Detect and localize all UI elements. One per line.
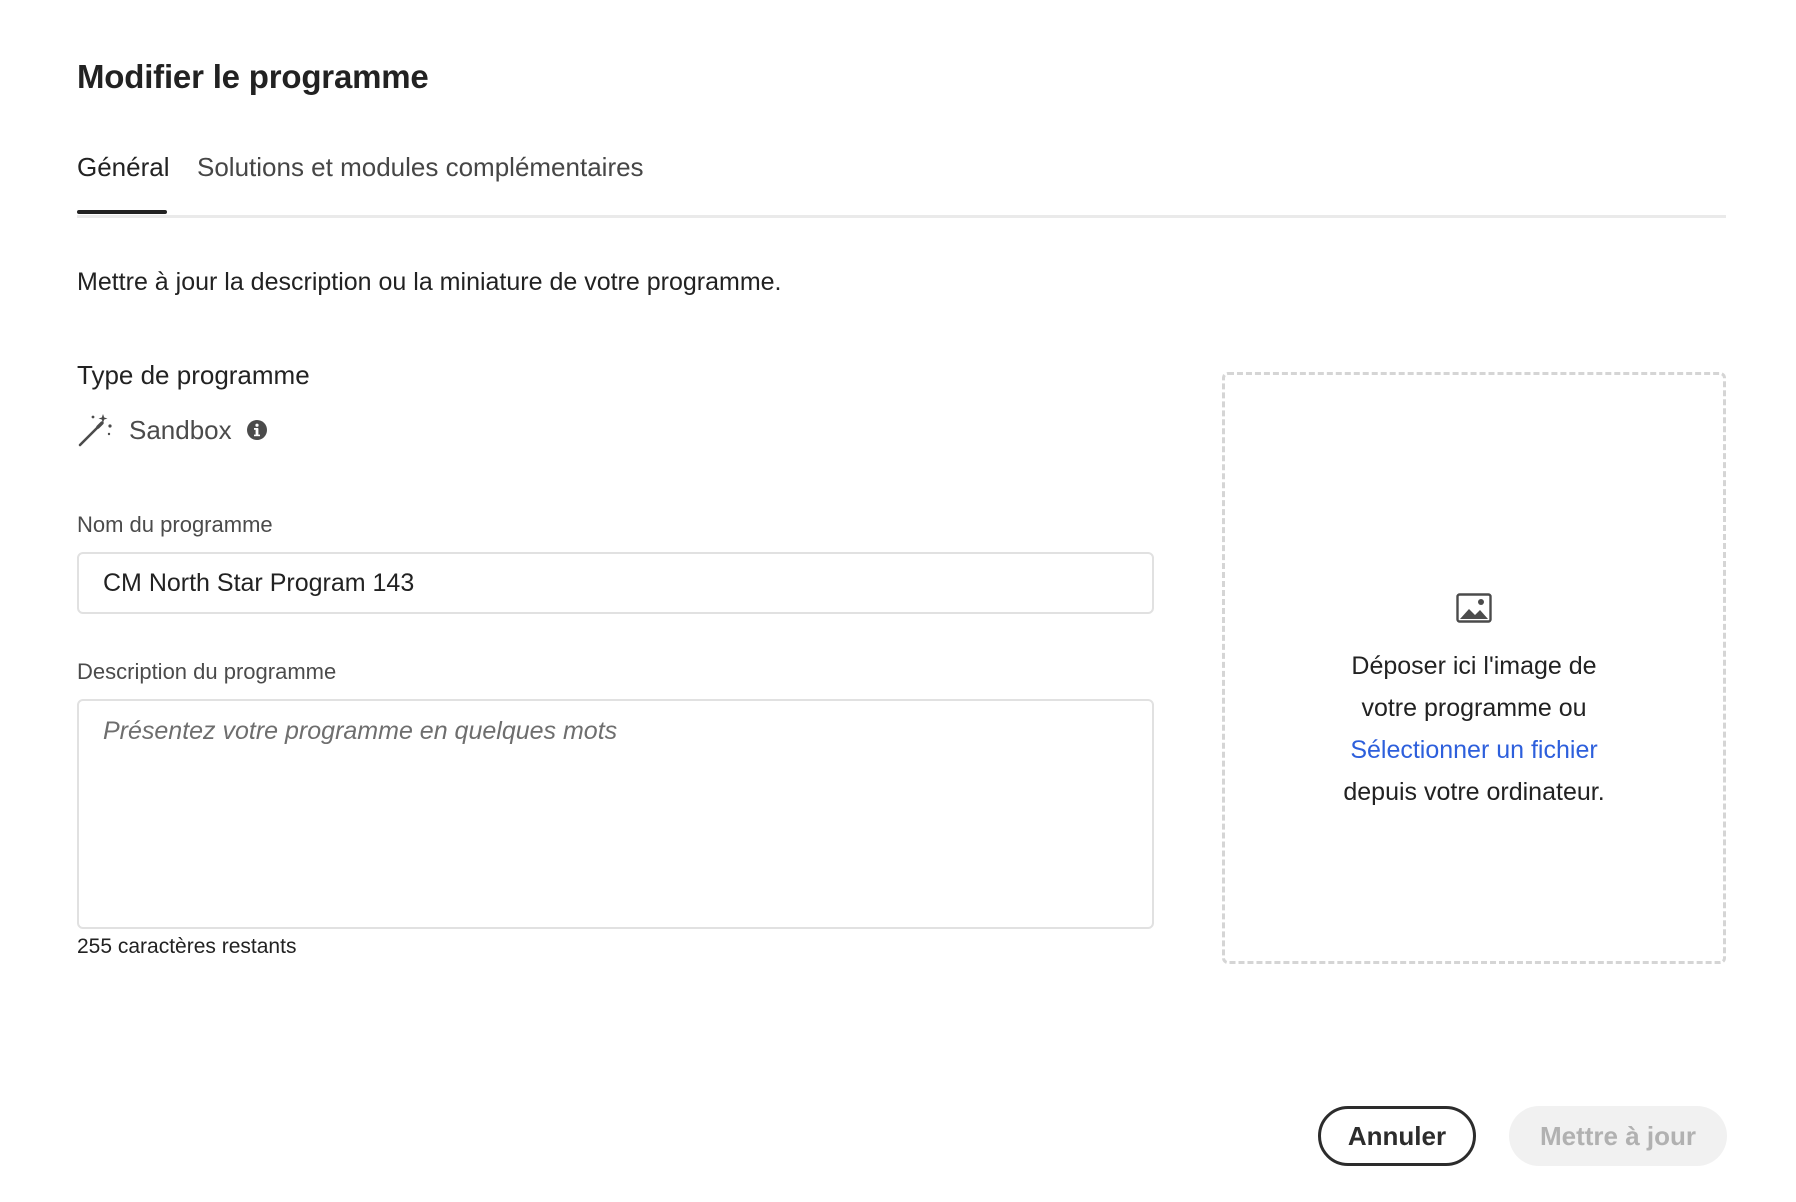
tab-general[interactable]: Général	[77, 152, 170, 183]
tab-list: Général Solutions et modules complémenta…	[77, 146, 1726, 218]
dropzone-content: Déposer ici l'image de votre programme o…	[1225, 593, 1723, 813]
program-type-row: Sandbox	[77, 410, 268, 450]
program-name-input[interactable]	[77, 552, 1154, 614]
program-type-value: Sandbox	[129, 414, 232, 445]
dropzone-line-1: Déposer ici l'image de	[1351, 652, 1597, 680]
intro-text: Mettre à jour la description ou la minia…	[77, 268, 782, 296]
program-type-label: Type de programme	[77, 360, 310, 390]
program-description-label: Description du programme	[77, 659, 337, 684]
edit-program-dialog: Modifier le programme Général Solutions …	[0, 0, 1796, 1202]
dropzone-line-3: depuis votre ordinateur.	[1343, 778, 1605, 806]
magic-wand-icon	[78, 414, 112, 447]
info-icon[interactable]	[246, 419, 268, 441]
program-description-textarea[interactable]	[77, 699, 1154, 929]
dropzone-line-2: votre programme ou	[1361, 694, 1587, 722]
update-button[interactable]: Mettre à jour	[1509, 1106, 1727, 1166]
cancel-button[interactable]: Annuler	[1318, 1106, 1476, 1166]
characters-remaining: 255 caractères restants	[77, 935, 297, 958]
image-dropzone[interactable]: Déposer ici l'image de votre programme o…	[1222, 372, 1726, 964]
select-file-link[interactable]: Sélectionner un fichier	[1350, 736, 1597, 764]
dialog-title: Modifier le programme	[77, 58, 429, 95]
tab-solutions-addons[interactable]: Solutions et modules complémentaires	[197, 152, 644, 183]
tab-selected-indicator	[77, 210, 167, 214]
program-name-label: Nom du programme	[77, 512, 273, 537]
image-icon	[1456, 593, 1492, 623]
